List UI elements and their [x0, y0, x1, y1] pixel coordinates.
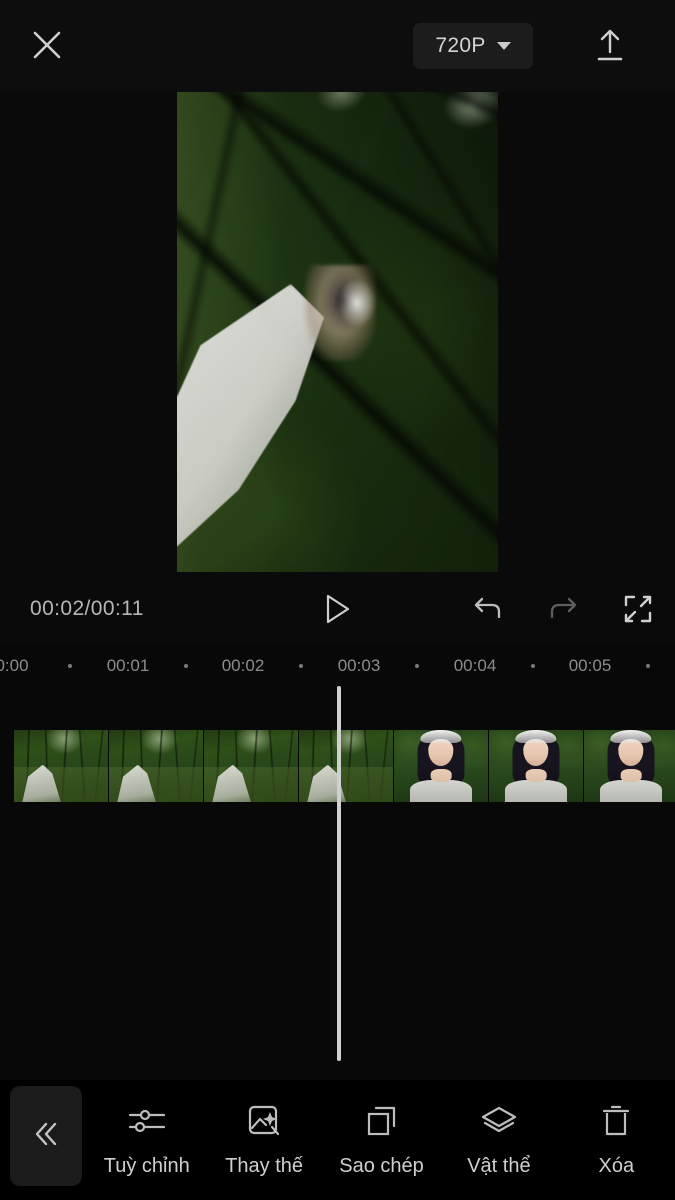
time-display: 00:02/00:11 — [30, 597, 144, 620]
timeline[interactable]: 0:0000:0100:0200:0300:0400:05 Video chín… — [0, 643, 675, 1080]
copy-icon — [364, 1103, 400, 1139]
tool-label: Xóa — [598, 1154, 635, 1177]
fullscreen-button[interactable] — [614, 589, 662, 633]
close-icon — [30, 28, 64, 67]
ruler-tick-label: 00:02 — [221, 656, 265, 675]
clip-thumbnail[interactable] — [584, 730, 675, 802]
redo-icon — [546, 593, 580, 630]
ruler-tick-label: 00:04 — [453, 656, 497, 675]
resolution-dropdown[interactable]: 720P — [413, 23, 533, 69]
top-bar: 720P — [0, 0, 675, 92]
ruler-tick-dot — [415, 664, 419, 668]
playhead[interactable] — [337, 686, 341, 1061]
ruler-tick-dot — [68, 664, 72, 668]
resolution-label: 720P — [435, 34, 486, 57]
undo-icon — [471, 593, 505, 630]
upload-icon — [593, 27, 627, 68]
collapse-toolbar-button[interactable] — [10, 1086, 82, 1186]
thumbnail-layer — [620, 768, 642, 782]
tool-xoa[interactable]: Xóa — [558, 1103, 675, 1178]
video-preview-frame[interactable] — [177, 92, 498, 572]
thumbnail-layer — [515, 730, 557, 743]
timeline-ruler[interactable]: 0:00 00:01 00:02 00:03 00:04 00:05 — [0, 643, 675, 687]
thumbnail-layer — [599, 780, 663, 802]
tool-label: Tuỳ chỉnh — [103, 1154, 190, 1177]
ruler-tick-label: 00:05 — [568, 656, 612, 675]
sliders-icon — [127, 1103, 167, 1139]
tool-list: Tuỳ chỉnh Thay thế Sao chép Vật thể Xóa — [88, 1080, 675, 1200]
double-chevron-left-icon — [29, 1117, 63, 1156]
thumbnail-layer — [409, 780, 473, 802]
clip-thumbnail[interactable] — [14, 730, 109, 802]
clip-thumbnail[interactable] — [204, 730, 299, 802]
close-button[interactable] — [22, 22, 72, 72]
video-thumbnail-track[interactable] — [14, 730, 675, 802]
thumbnail-layer — [420, 730, 462, 743]
ruler-tick-dot — [531, 664, 535, 668]
replace-image-icon — [245, 1103, 283, 1139]
clip-thumbnail[interactable] — [299, 730, 394, 802]
clip-thumbnail[interactable] — [489, 730, 584, 802]
preview-area[interactable] — [0, 92, 675, 579]
tool-label: Sao chép — [339, 1154, 424, 1177]
layers-icon — [479, 1103, 519, 1139]
chevron-down-icon — [496, 42, 511, 50]
undo-button[interactable] — [464, 589, 512, 633]
tool-thay-the[interactable]: Thay thế — [205, 1103, 322, 1178]
ruler-tick-label: 00:01 — [106, 656, 150, 675]
export-button[interactable] — [585, 22, 635, 72]
clip-thumbnail[interactable] — [109, 730, 204, 802]
clip-thumbnail[interactable] — [394, 730, 489, 802]
ruler-tick-dot — [184, 664, 188, 668]
fullscreen-icon — [622, 593, 654, 630]
tool-vat-the[interactable]: Vật thể — [440, 1103, 557, 1178]
tool-label: Thay thế — [225, 1154, 304, 1177]
ruler-tick-label: 00:03 — [337, 656, 381, 675]
play-icon — [322, 592, 352, 631]
thumbnail-layer — [525, 768, 547, 782]
trash-icon — [599, 1103, 633, 1139]
tool-label: Vật thể — [467, 1154, 531, 1177]
tool-sao-chep[interactable]: Sao chép — [323, 1103, 440, 1178]
redo-button[interactable] — [539, 589, 587, 633]
player-controls: 00:02/00:11 — [0, 579, 675, 643]
thumbnail-layer — [610, 730, 652, 743]
video-editor-app: 720P 00:02/00:11 0:00 00:01 00:02 00:03 … — [0, 0, 675, 1200]
preview-motion-blur — [177, 92, 498, 572]
play-button[interactable] — [313, 589, 361, 633]
tool-tuy-chinh[interactable]: Tuỳ chỉnh — [88, 1103, 205, 1178]
thumbnail-layer — [504, 780, 568, 802]
ruler-tick-dot — [299, 664, 303, 668]
ruler-tick-label: 0:00 — [0, 656, 29, 675]
thumbnail-layer — [430, 768, 452, 782]
ruler-tick-dot — [646, 664, 650, 668]
